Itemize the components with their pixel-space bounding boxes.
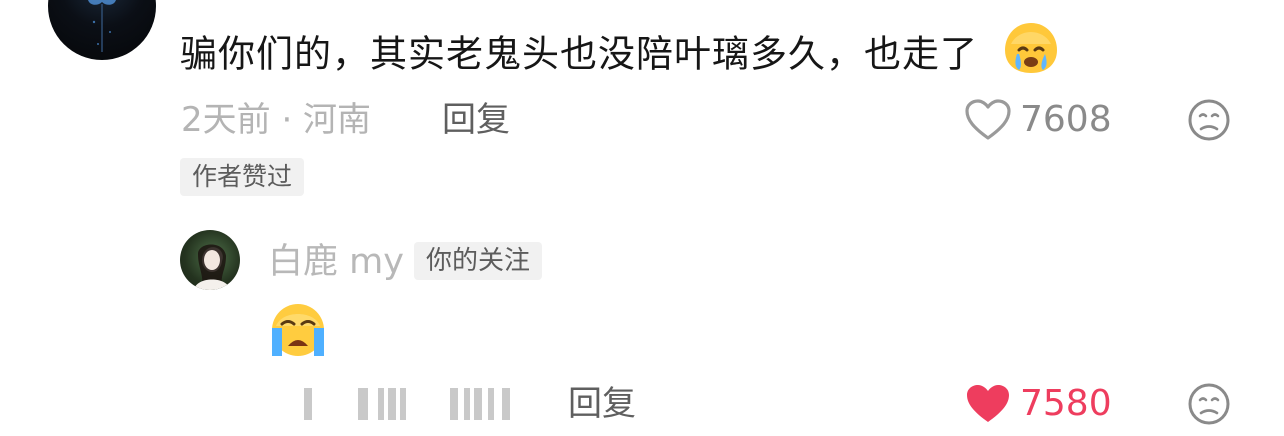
reply-reply-button[interactable]: 回复 — [568, 382, 636, 426]
reply-dislike-button[interactable] — [1187, 382, 1231, 426]
masked-time-location — [270, 388, 560, 420]
comment-text: 骗你们的，其实老鬼头也没陪叶璃多久，也走了 — [180, 20, 1063, 92]
sad-face-icon — [1188, 383, 1230, 425]
reply-username[interactable]: 白鹿 my — [268, 240, 404, 284]
reply-like-button[interactable] — [964, 382, 1014, 426]
author-liked-badge: 作者赞过 — [180, 158, 305, 196]
heart-filled-icon — [967, 385, 1009, 422]
like-count: 7608 — [1020, 99, 1112, 140]
sad-face-emoji — [999, 20, 1063, 92]
like-button[interactable] — [964, 98, 1014, 142]
reply-button[interactable]: 回复 — [442, 98, 510, 142]
commenter-avatar[interactable] — [48, 0, 156, 60]
following-badge: 你的关注 — [414, 242, 543, 280]
user-photo — [194, 244, 230, 290]
heart-outline-icon — [965, 99, 1011, 140]
comment-body: 骗你们的，其实老鬼头也没陪叶璃多久，也走了 — [180, 32, 978, 76]
butterfly-icon — [88, 0, 116, 52]
crying-face-emoji — [268, 302, 328, 362]
comment-time-location: 2天前 · 河南 — [181, 100, 372, 140]
sad-face-icon — [1188, 99, 1230, 141]
dislike-button[interactable] — [1187, 98, 1231, 142]
reply-like-count: 7580 — [1020, 383, 1112, 424]
reply-avatar[interactable] — [180, 230, 240, 290]
